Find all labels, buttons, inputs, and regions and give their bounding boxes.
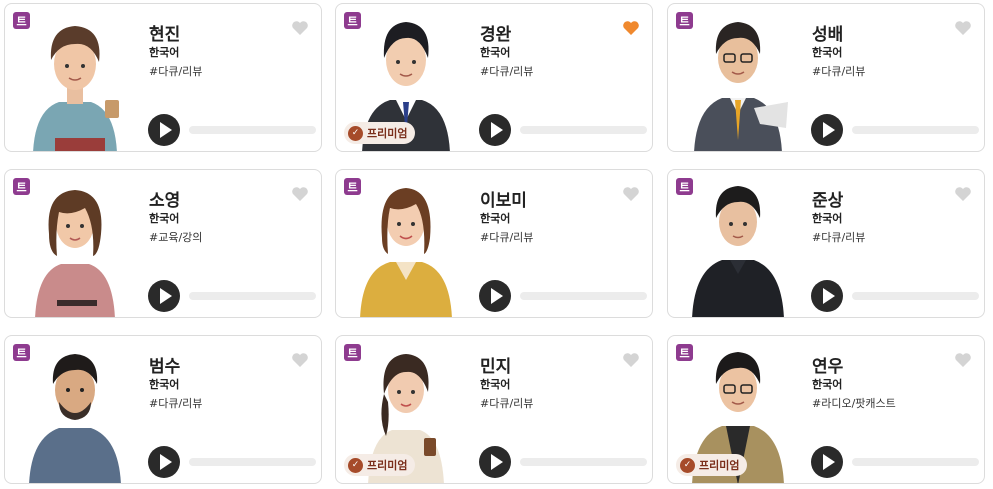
play-button[interactable] <box>479 446 511 478</box>
voice-tags: #다큐/리뷰 <box>149 65 203 78</box>
voice-card[interactable]: 트 ✓ 프리미엄 연우 한국어 #라디오/팟캐스트 <box>667 335 985 484</box>
play-button[interactable] <box>811 446 843 478</box>
play-icon <box>490 122 503 138</box>
progress-bar[interactable] <box>520 292 647 300</box>
heart-icon[interactable] <box>291 352 309 368</box>
voice-language: 한국어 <box>480 212 511 225</box>
heart-icon[interactable] <box>954 352 972 368</box>
tone-badge: 트 <box>13 12 30 29</box>
voice-tags: #교육/강의 <box>149 231 203 244</box>
premium-badge: ✓ 프리미엄 <box>344 122 416 144</box>
tone-badge: 트 <box>344 12 361 29</box>
voice-language: 한국어 <box>812 378 843 391</box>
play-button[interactable] <box>479 280 511 312</box>
play-button[interactable] <box>811 114 843 146</box>
voice-language: 한국어 <box>149 378 180 391</box>
voice-tags: #다큐/리뷰 <box>812 231 866 244</box>
voice-language: 한국어 <box>149 46 180 59</box>
avatar <box>35 190 115 317</box>
voice-name: 현진 <box>149 25 181 45</box>
voice-language: 한국어 <box>812 46 843 59</box>
play-icon <box>490 288 503 304</box>
voice-tags: #다큐/리뷰 <box>812 65 866 78</box>
heart-icon[interactable] <box>291 186 309 202</box>
voice-tags: #다큐/리뷰 <box>149 397 203 410</box>
play-icon <box>822 454 835 470</box>
progress-bar[interactable] <box>520 458 647 466</box>
check-badge-icon: ✓ <box>680 457 695 473</box>
heart-icon[interactable] <box>954 186 972 202</box>
play-icon <box>159 288 172 304</box>
play-button[interactable] <box>148 446 180 478</box>
progress-bar[interactable] <box>189 126 316 134</box>
play-button[interactable] <box>479 114 511 146</box>
progress-bar[interactable] <box>852 126 979 134</box>
tone-badge: 트 <box>344 178 361 195</box>
heart-icon[interactable] <box>954 20 972 36</box>
voice-name: 준상 <box>812 191 844 211</box>
play-button[interactable] <box>811 280 843 312</box>
progress-bar[interactable] <box>189 292 316 300</box>
voice-tags: #다큐/리뷰 <box>480 65 534 78</box>
tone-badge: 트 <box>344 344 361 361</box>
check-badge-icon: ✓ <box>348 125 363 141</box>
heart-icon[interactable] <box>291 20 309 36</box>
heart-icon[interactable] <box>622 20 640 36</box>
voice-language: 한국어 <box>149 212 180 225</box>
voice-name: 범수 <box>149 357 181 377</box>
premium-label: 프리미엄 <box>367 459 408 472</box>
check-badge-icon: ✓ <box>348 457 363 473</box>
play-icon <box>159 454 172 470</box>
voice-card[interactable]: 트 준상 한국어 #다큐/리뷰 <box>667 169 985 318</box>
voice-name: 경완 <box>480 25 512 45</box>
voice-name: 연우 <box>812 357 844 377</box>
voice-card[interactable]: 트 ✓ 프리미엄 민지 한국어 #다큐/리뷰 <box>335 335 653 484</box>
voice-tags: #다큐/리뷰 <box>480 397 534 410</box>
play-icon <box>822 122 835 138</box>
voice-card[interactable]: 트 이보미 한국어 #다큐/리뷰 <box>335 169 653 318</box>
voice-card[interactable]: 트 성배 한국어 #다큐/리뷰 <box>667 3 985 152</box>
tone-badge: 트 <box>13 344 30 361</box>
heart-icon[interactable] <box>622 186 640 202</box>
premium-badge: ✓ 프리미엄 <box>676 454 748 476</box>
voice-name: 소영 <box>149 191 181 211</box>
play-button[interactable] <box>148 280 180 312</box>
voice-grid: 트 현진 한국어 #다큐/리뷰 트 ✓ 프리미엄 경완 한국어 #다큐/리뷰 트… <box>0 0 993 489</box>
avatar <box>360 188 452 317</box>
voice-tags: #라디오/팟캐스트 <box>812 397 896 410</box>
voice-name: 민지 <box>480 357 512 377</box>
premium-label: 프리미엄 <box>367 127 408 140</box>
play-button[interactable] <box>148 114 180 146</box>
voice-card[interactable]: 트 소영 한국어 #교육/강의 <box>4 169 322 318</box>
voice-card[interactable]: 트 범수 한국어 #다큐/리뷰 <box>4 335 322 484</box>
tone-badge: 트 <box>13 178 30 195</box>
voice-card[interactable]: 트 ✓ 프리미엄 경완 한국어 #다큐/리뷰 <box>335 3 653 152</box>
play-icon <box>822 288 835 304</box>
play-icon <box>159 122 172 138</box>
progress-bar[interactable] <box>520 126 647 134</box>
tone-badge: 트 <box>676 178 693 195</box>
avatar <box>29 354 121 483</box>
progress-bar[interactable] <box>852 292 979 300</box>
voice-card[interactable]: 트 현진 한국어 #다큐/리뷰 <box>4 3 322 152</box>
progress-bar[interactable] <box>852 458 979 466</box>
voice-name: 성배 <box>812 25 844 45</box>
tone-badge: 트 <box>676 344 693 361</box>
premium-label: 프리미엄 <box>699 459 740 472</box>
play-icon <box>490 454 503 470</box>
voice-name: 이보미 <box>480 191 527 211</box>
voice-language: 한국어 <box>812 212 843 225</box>
voice-language: 한국어 <box>480 46 511 59</box>
avatar <box>692 186 784 317</box>
tone-badge: 트 <box>676 12 693 29</box>
premium-badge: ✓ 프리미엄 <box>344 454 416 476</box>
heart-icon[interactable] <box>622 352 640 368</box>
avatar <box>694 22 788 151</box>
progress-bar[interactable] <box>189 458 316 466</box>
avatar <box>33 26 119 151</box>
voice-language: 한국어 <box>480 378 511 391</box>
voice-tags: #다큐/리뷰 <box>480 231 534 244</box>
